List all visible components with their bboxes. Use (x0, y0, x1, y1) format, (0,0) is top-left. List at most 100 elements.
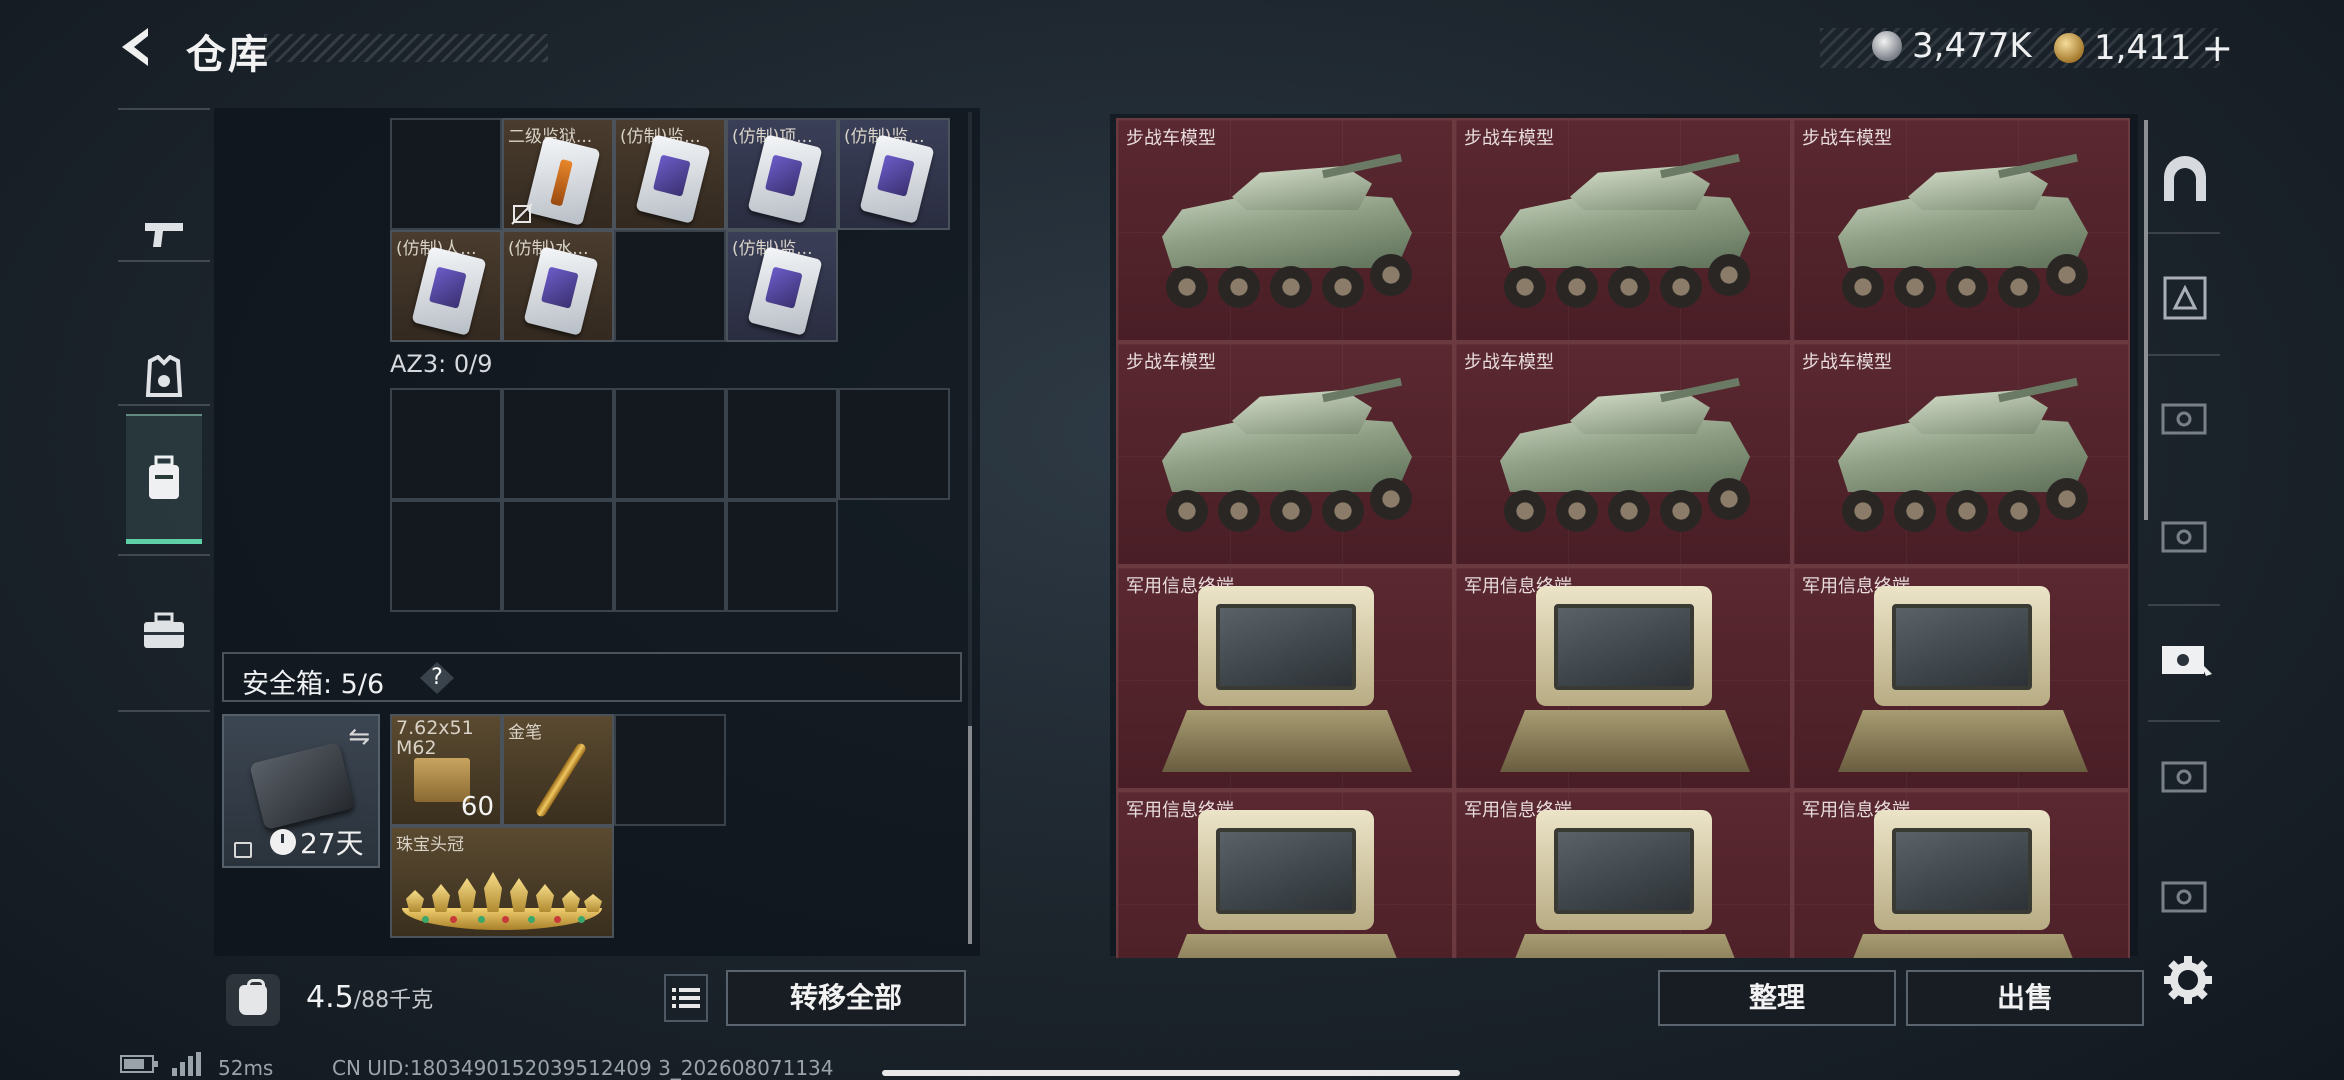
keycard-icon (859, 134, 935, 224)
keycard-icon (747, 134, 823, 224)
weight-current: 4.5 (306, 980, 354, 1015)
transfer-all-button[interactable]: 转移全部 (726, 970, 966, 1026)
safe-case-icon (249, 741, 355, 831)
item-replica-card[interactable]: (仿制)人... (390, 230, 502, 342)
ifv-model-icon (1152, 370, 1422, 560)
item-label: 金笔 (508, 723, 542, 743)
grid-cell[interactable] (614, 500, 726, 612)
ifv-model-icon (1490, 146, 1760, 336)
keycard-icon (747, 246, 823, 336)
no-insure-icon (511, 203, 533, 225)
help-icon[interactable]: ? (420, 662, 454, 694)
item-jewel-crown[interactable]: 珠宝头冠 (390, 826, 614, 938)
stash-scrollbar[interactable] (2144, 120, 2148, 520)
grid-cell[interactable] (390, 118, 502, 230)
grid-cell[interactable] (614, 714, 726, 826)
stash-tab-6[interactable] (2150, 740, 2220, 810)
crown-icon (402, 858, 602, 936)
storage-page-icon (2161, 881, 2207, 913)
sort-button[interactable]: 整理 (1658, 970, 1896, 1026)
ifv-model-icon (1828, 370, 2098, 560)
item-replica-card[interactable]: (仿制)水... (502, 230, 614, 342)
item-ammo[interactable]: 7.62x51 M62 60 (390, 714, 502, 826)
armor-icon (145, 355, 183, 397)
safe-case-slot[interactable]: ⇋ 27天 (222, 714, 380, 868)
add-currency-button[interactable]: + (2201, 26, 2233, 70)
item-prison-card[interactable]: 二级监狱... (502, 118, 614, 230)
stash-tab-3[interactable] (2150, 382, 2220, 452)
container-az3-label: AZ3: 0/9 (390, 350, 493, 378)
stash-item-terminal[interactable]: 军用信息终端 (1454, 566, 1792, 790)
storage-page-icon (2162, 646, 2212, 676)
page-title: 仓库 (186, 32, 270, 78)
clock-icon (270, 829, 296, 855)
stash-item-terminal[interactable]: 军用信息终端 (1792, 566, 2130, 790)
stash-tab-4[interactable] (2150, 500, 2220, 570)
currency-silver-value: 3,477K (1912, 26, 2032, 66)
nav-divider (118, 710, 210, 712)
list-view-button[interactable] (664, 974, 708, 1022)
stash-tab-active[interactable] (2150, 622, 2220, 692)
settings-button[interactable] (2158, 950, 2218, 1010)
keycard-icon (523, 246, 599, 336)
signal-icon (170, 1052, 204, 1080)
nav-tab-toolbox[interactable] (126, 566, 202, 696)
sell-button[interactable]: 出售 (1906, 970, 2144, 1026)
nav-divider (118, 554, 210, 556)
item-label: 7.62x51 M62 (396, 717, 474, 759)
stash-item-vehicle[interactable]: 步战车模型 (1792, 118, 2130, 342)
list-icon (672, 988, 700, 1008)
item-label: 珠宝头冠 (396, 835, 464, 855)
item-replica-card[interactable]: (仿制)监... (614, 118, 726, 230)
stash-item-vehicle[interactable]: 步战车模型 (1454, 342, 1792, 566)
grid-cell[interactable] (726, 388, 838, 500)
grid-cell[interactable] (614, 388, 726, 500)
safe-timer: 27天 (270, 822, 364, 862)
stash-item-vehicle[interactable]: 步战车模型 (1454, 118, 1792, 342)
grid-cell[interactable] (390, 388, 502, 500)
nav-divider (118, 108, 210, 110)
toolbox-icon (144, 612, 184, 648)
ammo-count: 60 (460, 792, 494, 822)
stash-tab-7[interactable] (2150, 860, 2220, 930)
stash-item-vehicle[interactable]: 步战车模型 (1116, 118, 1454, 342)
terminal-icon (1838, 586, 2088, 786)
stash-item-terminal[interactable]: 军用信息终端 (1116, 790, 1454, 958)
stash-item-terminal[interactable]: 军用信息终端 (1792, 790, 2130, 958)
stash-grid: 步战车模型 步战车模型 步战车模型 步战车模型 步战车模型 步战车模型 军用信息… (1116, 118, 2132, 958)
home-indicator[interactable] (882, 1070, 1460, 1076)
stash-item-vehicle[interactable]: 步战车模型 (1116, 342, 1454, 566)
back-button[interactable] (112, 22, 162, 72)
grid-cell[interactable] (726, 500, 838, 612)
grid-cell[interactable] (614, 230, 726, 342)
rail-divider (2148, 720, 2220, 722)
gun-icon (145, 223, 183, 247)
stash-item-terminal[interactable]: 军用信息终端 (1454, 790, 1792, 958)
keycard-icon (525, 136, 601, 226)
stash-item-vehicle[interactable]: 步战车模型 (1792, 342, 2130, 566)
keycard-icon (411, 246, 487, 336)
storage-page-icon (2163, 276, 2207, 320)
grid-cell[interactable] (502, 388, 614, 500)
stash-tab-arch[interactable] (2150, 144, 2220, 214)
inventory-scrollbar-thumb[interactable] (968, 726, 972, 944)
item-gold-pen[interactable]: 金笔 (502, 714, 614, 826)
nav-tab-weapons[interactable] (126, 170, 202, 300)
item-replica-card[interactable]: (仿制)监... (726, 230, 838, 342)
grid-cell[interactable] (838, 388, 950, 500)
silver-coin-icon (1872, 31, 1902, 61)
terminal-icon (1500, 586, 1750, 786)
currency-silver: 3,477K (1872, 26, 2032, 66)
battery-icon (120, 1054, 160, 1079)
swap-icon[interactable]: ⇋ (348, 722, 370, 752)
lock-icon (234, 842, 252, 858)
grid-cell[interactable] (502, 500, 614, 612)
stash-item-terminal[interactable]: 军用信息终端 (1116, 566, 1454, 790)
item-replica-card[interactable]: (仿制)项... (726, 118, 838, 230)
pen-icon (534, 741, 588, 819)
stash-tab-2[interactable] (2150, 262, 2220, 332)
nav-tab-backpack[interactable] (126, 414, 202, 544)
item-replica-card[interactable]: (仿制)监... (838, 118, 950, 230)
arch-icon (2164, 156, 2206, 201)
grid-cell[interactable] (390, 500, 502, 612)
